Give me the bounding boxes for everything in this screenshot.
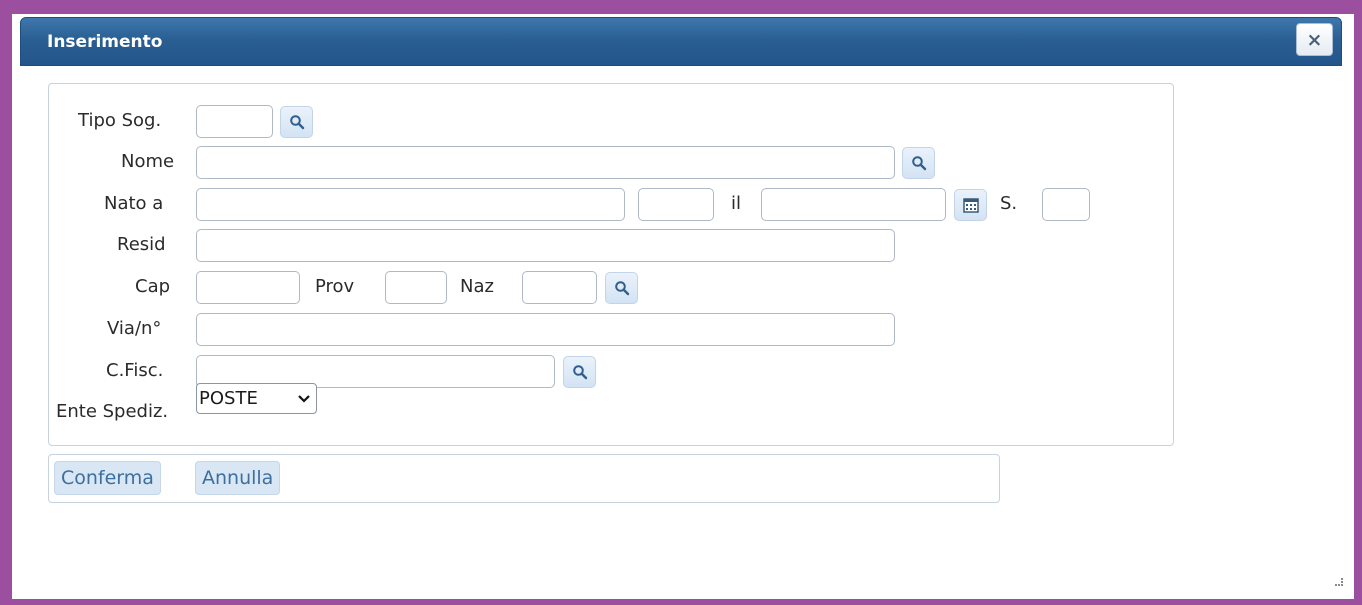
prov-input[interactable] <box>385 271 447 304</box>
tipo-sog-label: Tipo Sog. <box>78 110 162 131</box>
ente-spediz-label: Ente Spediz. <box>56 401 169 422</box>
calendar-button[interactable] <box>954 189 987 221</box>
via-label: Via/n° <box>107 318 162 339</box>
nome-input[interactable] <box>196 146 895 179</box>
dialog-titlebar[interactable]: Inserimento <box>20 17 1342 66</box>
naz-label: Naz <box>460 276 494 297</box>
resize-handle[interactable] <box>1335 578 1343 586</box>
cfisc-search-button[interactable] <box>563 356 596 388</box>
nato-a-prov-input[interactable] <box>638 188 714 221</box>
dialog-title: Inserimento <box>47 32 163 52</box>
naz-input[interactable] <box>522 271 597 304</box>
nato-a-input[interactable] <box>196 188 625 221</box>
close-icon: × <box>1306 28 1323 51</box>
cap-input[interactable] <box>196 271 300 304</box>
ente-spediz-value: POSTE <box>199 388 258 409</box>
il-label: il <box>731 193 742 214</box>
search-icon <box>911 156 926 171</box>
action-bar <box>48 454 1000 503</box>
naz-search-button[interactable] <box>605 272 638 304</box>
cap-label: Cap <box>135 276 171 297</box>
sex-input[interactable] <box>1042 188 1090 221</box>
resid-input[interactable] <box>196 229 895 262</box>
search-icon <box>572 365 587 380</box>
resid-label: Resid <box>117 234 166 255</box>
via-input[interactable] <box>196 313 895 346</box>
close-button[interactable]: × <box>1296 23 1333 56</box>
ente-spediz-select[interactable]: POSTE <box>196 383 317 414</box>
search-icon <box>614 281 629 296</box>
prov-label: Prov <box>315 276 355 297</box>
cancel-button[interactable]: Annulla <box>195 461 281 495</box>
tipo-sog-search-button[interactable] <box>280 106 313 138</box>
birth-date-input[interactable] <box>761 188 946 221</box>
confirm-button[interactable]: Conferma <box>54 461 161 495</box>
nato-a-label: Nato a <box>104 193 164 214</box>
nome-search-button[interactable] <box>902 147 935 179</box>
cfisc-label: C.Fisc. <box>106 360 164 381</box>
calendar-icon <box>962 197 979 213</box>
tipo-sog-input[interactable] <box>196 105 273 138</box>
search-icon <box>289 115 304 130</box>
s-label: S. <box>1000 193 1018 214</box>
chevron-down-icon <box>298 394 310 403</box>
nome-label: Nome <box>121 151 175 172</box>
